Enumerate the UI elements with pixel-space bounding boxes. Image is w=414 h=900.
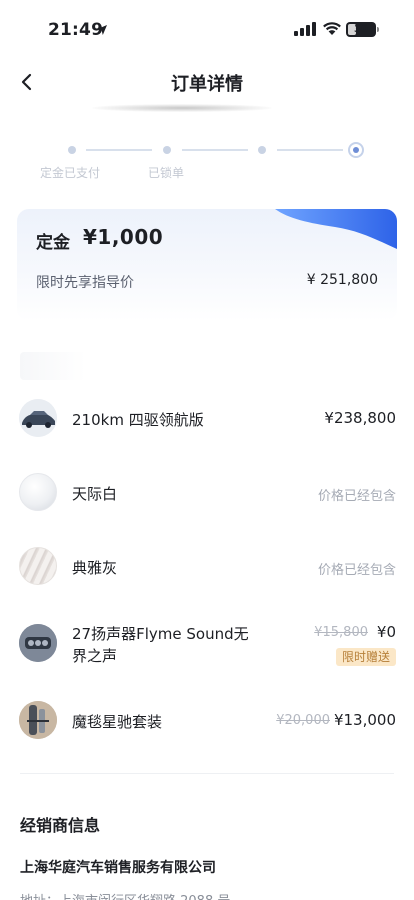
header-shadow bbox=[92, 104, 272, 112]
nav-bar: 订单详情 bbox=[0, 58, 414, 106]
dealer-section-title: 经销商信息 bbox=[20, 816, 101, 835]
config-item-name: 天际白 bbox=[72, 485, 118, 503]
progress-segment-1 bbox=[86, 149, 152, 151]
progress-segment-2 bbox=[182, 149, 248, 151]
config-item-original-price: ¥15,800 bbox=[314, 625, 368, 640]
status-time: 21:49 bbox=[48, 20, 104, 40]
wifi-icon bbox=[323, 22, 341, 35]
battery-percent: 30 bbox=[354, 24, 368, 35]
config-item-original-price: ¥20,000 bbox=[276, 713, 330, 728]
status-bar: 21:49 30 bbox=[0, 0, 414, 56]
cellular-signal-icon bbox=[294, 22, 316, 36]
dealer-address: 地址：上海市闵行区华翔路 2088 号 bbox=[20, 890, 230, 900]
config-item-name-line2: 界之声 bbox=[72, 647, 118, 665]
config-item-price: ¥238,800 bbox=[324, 409, 396, 427]
step-label-deposit-paid: 定金已支付 bbox=[40, 166, 101, 180]
config-item-price: ¥13,000 bbox=[333, 711, 396, 729]
white-paint-swatch-icon bbox=[19, 473, 57, 511]
config-item-name: 210km 四驱领航版 bbox=[72, 411, 204, 429]
battery-icon: 30 bbox=[346, 22, 376, 37]
config-item-interior[interactable]: 典雅灰 价格已经包含 bbox=[0, 536, 414, 596]
config-item-name: 魔毯星驰套装 bbox=[72, 713, 163, 731]
car-thumbnail-icon bbox=[19, 399, 57, 437]
promo-badge: 限时赠送 bbox=[335, 648, 396, 666]
config-item-price: ¥0 bbox=[376, 623, 396, 641]
progress-dot-3 bbox=[258, 146, 266, 154]
guide-price-value: ¥ 251,800 bbox=[306, 272, 378, 288]
step-label-order-locked: 已锁单 bbox=[148, 166, 185, 180]
config-item-trim[interactable]: 210km 四驱领航版 ¥238,800 bbox=[0, 388, 414, 448]
progress-dot-2 bbox=[163, 146, 171, 154]
progress-dot-current bbox=[348, 142, 364, 158]
deposit-amount: ¥1,000 bbox=[83, 225, 164, 249]
progress-segment-3 bbox=[277, 149, 343, 151]
suspension-package-thumbnail-icon bbox=[19, 701, 57, 739]
deposit-label: 定金 bbox=[36, 233, 70, 253]
page-title: 订单详情 bbox=[171, 74, 243, 95]
card-accent-corner bbox=[275, 209, 397, 249]
battery-cap bbox=[377, 27, 379, 32]
progress-dot-1 bbox=[68, 146, 76, 154]
section-divider bbox=[20, 773, 394, 774]
deposit-card: 定金 ¥1,000 限时先享指导价 ¥ 251,800 bbox=[17, 209, 397, 321]
location-arrow-icon bbox=[97, 25, 107, 35]
guide-price-label: 限时先享指导价 bbox=[36, 275, 134, 291]
config-item-exterior-color[interactable]: 天际白 价格已经包含 bbox=[0, 462, 414, 522]
config-item-name: 典雅灰 bbox=[72, 559, 118, 577]
config-item-name-line1: 27扬声器Flyme Sound无 bbox=[72, 625, 249, 643]
config-item-package[interactable]: 魔毯星驰套装 ¥13,000 ¥20,000 bbox=[0, 690, 414, 750]
speaker-thumbnail-icon bbox=[19, 624, 57, 662]
grey-interior-swatch-icon bbox=[19, 547, 57, 585]
order-progress: 定金已支付 已锁单 bbox=[0, 140, 414, 184]
config-item-note: 价格已经包含 bbox=[317, 563, 396, 578]
dealer-name: 上海华庭汽车销售服务有限公司 bbox=[20, 860, 216, 876]
section-header-placeholder bbox=[20, 352, 86, 380]
config-item-note: 价格已经包含 bbox=[317, 489, 396, 504]
